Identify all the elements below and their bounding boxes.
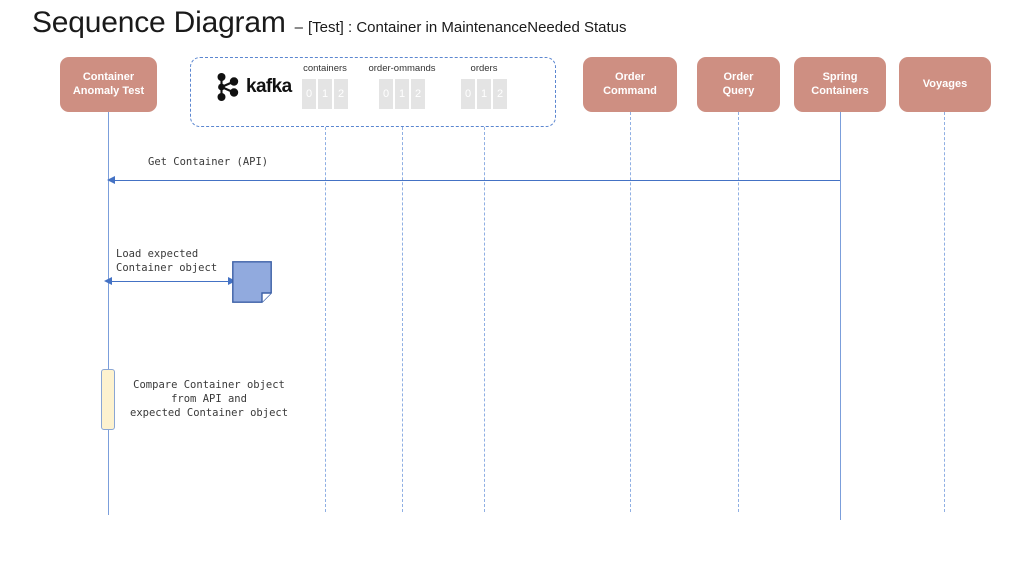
topic-label: orders [470, 63, 498, 74]
partition-group: 0 1 2 [461, 79, 507, 109]
partition-box: 0 [461, 79, 475, 109]
partition-group: 0 1 2 [302, 79, 348, 109]
participant-label: Order Query [722, 70, 755, 97]
lifeline-order-query [738, 112, 739, 512]
kafka-logo: kafka [215, 72, 292, 102]
participant-label: Voyages [922, 77, 968, 90]
partition-box: 2 [334, 79, 348, 109]
partition-box: 1 [318, 79, 332, 109]
participant-label: Order Command [603, 70, 657, 97]
partition-box: 2 [411, 79, 425, 109]
lifeline-topic-orders [484, 127, 485, 512]
participant-label: Container Anomaly Test [72, 70, 145, 97]
kafka-topic-containers: containers 0 1 2 [288, 63, 362, 109]
message-label-load-expected-container-object: Load expected Container object [116, 248, 218, 275]
message-line-load-expected-container-object [110, 281, 234, 282]
expected-container-object-note [232, 261, 272, 303]
partition-box: 0 [302, 79, 316, 109]
lifeline-container-anomaly-test [108, 112, 109, 515]
participant-order-command[interactable]: Order Command [583, 57, 677, 112]
participant-container-anomaly-test[interactable]: Container Anomaly Test [60, 57, 157, 112]
topic-label: order-ommands [368, 63, 436, 74]
kafka-topic-order-ommands: order-ommands 0 1 2 [355, 63, 449, 109]
message-line-get-container-api [110, 180, 840, 181]
participant-voyages[interactable]: Voyages [899, 57, 991, 112]
lifeline-order-command [630, 112, 631, 512]
partition-box: 1 [395, 79, 409, 109]
participant-spring-containers[interactable]: Spring Containers [794, 57, 886, 112]
arrowhead-get-container-api [107, 176, 115, 184]
activation-bar-compare [101, 369, 115, 430]
lifeline-voyages [944, 112, 945, 512]
message-label-get-container-api: Get Container (API) [148, 156, 269, 168]
activation-label-compare: Compare Container object from API and ex… [130, 379, 289, 420]
arrowhead-load-expected-left [104, 277, 112, 285]
kafka-topic-orders: orders 0 1 2 [452, 63, 516, 109]
partition-group: 0 1 2 [379, 79, 425, 109]
lifeline-topic-containers [325, 127, 326, 512]
kafka-mark-icon [217, 73, 239, 101]
sequence-diagram-canvas: kafka containers 0 1 2 order-ommands 0 1… [0, 0, 1024, 576]
participant-order-query[interactable]: Order Query [697, 57, 780, 112]
lifeline-topic-order-ommands [402, 127, 403, 512]
partition-box: 2 [493, 79, 507, 109]
participant-label: Spring Containers [811, 70, 869, 97]
kafka-wordmark-text: kafka [246, 76, 292, 97]
partition-box: 1 [477, 79, 491, 109]
topic-label: containers [303, 63, 347, 74]
partition-box: 0 [379, 79, 393, 109]
lifeline-spring-containers [840, 112, 841, 520]
